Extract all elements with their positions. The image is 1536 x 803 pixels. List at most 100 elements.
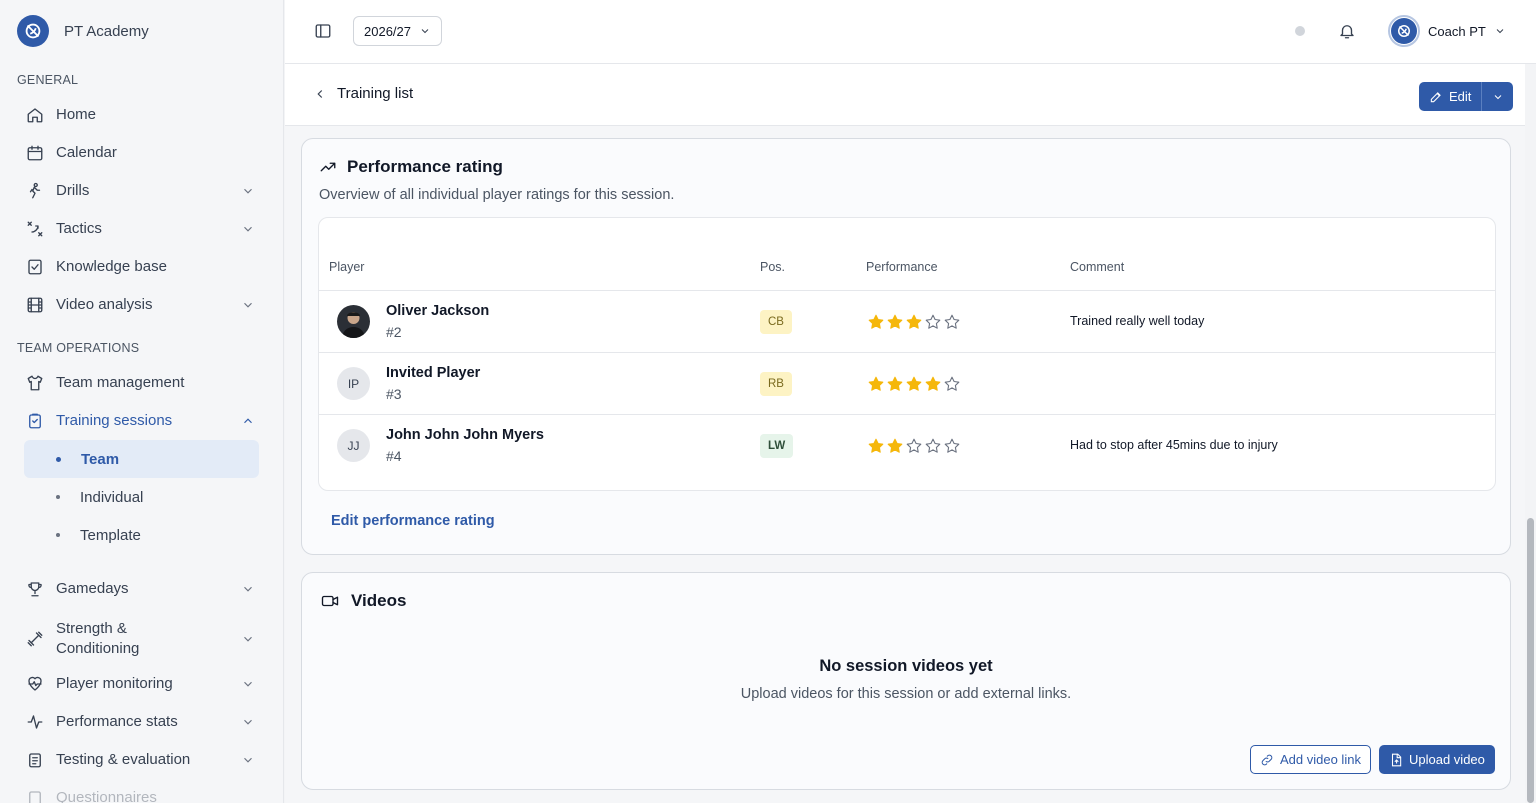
sidebar-toggle-icon[interactable] [314, 22, 332, 40]
sidebar-item-questionnaires[interactable]: Questionnaires [24, 779, 259, 803]
star-empty-icon [925, 438, 941, 453]
clipboard-icon [26, 789, 44, 803]
player-name: John John John Myers [386, 427, 544, 443]
star-empty-icon [944, 376, 960, 391]
star-empty-icon [925, 314, 941, 329]
performance-rating-title: Performance rating [347, 157, 503, 176]
chevron-down-icon [241, 715, 255, 729]
sidebar-item-team-management[interactable]: Team management [24, 364, 259, 402]
sidebar-item-label: Testing & evaluation [56, 751, 191, 768]
sidebar-item-video-analysis[interactable]: Video analysis [24, 286, 259, 324]
sidebar-item-label: Video analysis [56, 296, 153, 313]
bullet-icon [56, 495, 60, 499]
edit-button[interactable]: Edit [1419, 82, 1482, 111]
rating-stars [868, 314, 960, 330]
table-row[interactable]: Oliver Jackson #2 CB Trained really well… [319, 290, 1495, 352]
chevron-down-icon [241, 222, 255, 236]
player-initials-avatar: IP [337, 367, 370, 400]
status-dot [1295, 26, 1305, 36]
column-header-comment: Comment [1070, 260, 1125, 274]
chevron-up-icon [241, 414, 255, 428]
bullet-icon [56, 456, 61, 462]
season-select[interactable]: 2026/27 [353, 16, 442, 46]
player-initials-avatar: JJ [337, 429, 370, 462]
performance-rating-header: Performance rating [319, 157, 503, 177]
sidebar-subitem-label: Individual [80, 488, 144, 506]
player-comment: Had to stop after 45mins due to injury [1070, 438, 1278, 452]
star-empty-icon [906, 438, 922, 453]
player-number: #4 [386, 448, 402, 464]
jersey-icon [26, 374, 44, 392]
sidebar-item-gamedays[interactable]: Gamedays [24, 570, 259, 608]
add-video-link-label: Add video link [1280, 752, 1361, 767]
sidebar-item-label: Strength & Conditioning [56, 619, 241, 659]
star-filled-icon [887, 438, 903, 453]
main-content: Training list Edit Performance rating Ov… [285, 64, 1525, 803]
sidebar-item-training-sessions[interactable]: Training sessions [24, 402, 259, 440]
star-empty-icon [944, 314, 960, 329]
subheader: Training list Edit [285, 64, 1525, 126]
player-number: #3 [386, 386, 402, 402]
edit-label: Edit [1449, 89, 1472, 104]
scrollbar[interactable] [1525, 64, 1536, 803]
sidebar-item-drills[interactable]: Drills [24, 172, 259, 210]
chevron-left-icon [317, 89, 323, 98]
upload-video-button[interactable]: Upload video [1379, 745, 1495, 774]
edit-performance-rating-link[interactable]: Edit performance rating [331, 513, 495, 529]
clipboard-icon [26, 412, 44, 430]
sidebar-item-home[interactable]: Home [24, 96, 259, 134]
sidebar-item-tactics[interactable]: Tactics [24, 210, 259, 248]
chevron-down-icon [421, 29, 429, 34]
player-comment: Trained really well today [1070, 314, 1205, 328]
back-label: Training list [337, 85, 414, 102]
player-name: Oliver Jackson [386, 303, 490, 319]
tactics-icon [26, 220, 44, 238]
film-icon [26, 296, 44, 314]
column-header-pos: Pos. [760, 260, 786, 274]
sidebar-item-label: Tactics [56, 220, 102, 237]
rating-stars [868, 376, 960, 392]
back-to-training-list[interactable]: Training list [313, 85, 413, 102]
star-filled-icon [868, 314, 884, 329]
sidebar-item-label: Player monitoring [56, 675, 173, 692]
videos-card: Videos No session videos yet Upload vide… [301, 572, 1511, 790]
table-row[interactable]: JJ John John John Myers #4 LW Had to sto… [319, 414, 1495, 476]
chevron-down-icon [1494, 94, 1502, 99]
sidebar-subitem-team[interactable]: Team [24, 440, 259, 478]
edit-more-button[interactable] [1481, 82, 1514, 111]
rating-stars [868, 438, 960, 454]
sidebar-item-testing-evaluation[interactable]: Testing & evaluation [24, 741, 259, 779]
performance-rating-description: Overview of all individual player rating… [319, 187, 675, 203]
section-team-operations-label: TEAM OPERATIONS [17, 341, 140, 355]
video-camera-icon [319, 592, 341, 610]
link-icon [1261, 754, 1273, 765]
scrollbar-thumb[interactable] [1527, 518, 1534, 803]
avatar [1388, 15, 1420, 47]
table-row[interactable]: IP Invited Player #3 RB [319, 352, 1495, 414]
strength-line-2: Conditioning [56, 640, 140, 657]
sidebar-subitem-individual[interactable]: Individual [24, 478, 259, 516]
chevron-down-icon [241, 298, 255, 312]
star-filled-icon [925, 376, 941, 391]
strength-line-1: Strength & [56, 620, 127, 637]
sidebar-subitem-label: Team [81, 450, 120, 468]
file-upload-icon [1391, 753, 1402, 766]
chevron-down-icon [241, 582, 255, 596]
player-number: #2 [386, 324, 402, 340]
chevron-down-icon [241, 632, 255, 646]
videos-title: Videos [351, 591, 407, 610]
sidebar-subitem-template[interactable]: Template [24, 516, 259, 554]
sidebar-item-knowledge-base[interactable]: Knowledge base [24, 248, 259, 286]
empty-state-subtitle: Upload videos for this session or add ex… [740, 686, 1072, 702]
bell-icon[interactable] [1338, 22, 1356, 40]
sidebar-item-player-monitoring[interactable]: Player monitoring [24, 665, 259, 703]
add-video-link-button[interactable]: Add video link [1250, 745, 1371, 774]
sidebar-item-performance-stats[interactable]: Performance stats [24, 703, 259, 741]
sidebar-item-label: Calendar [56, 144, 117, 161]
position-badge: LW [760, 434, 794, 458]
user-menu[interactable]: Coach PT [1388, 15, 1506, 47]
sidebar-item-strength-conditioning[interactable]: Strength & Conditioning [24, 615, 259, 663]
sidebar-item-calendar[interactable]: Calendar [24, 134, 259, 172]
bullet-icon [56, 533, 60, 537]
brand[interactable]: PT Academy [17, 15, 149, 47]
